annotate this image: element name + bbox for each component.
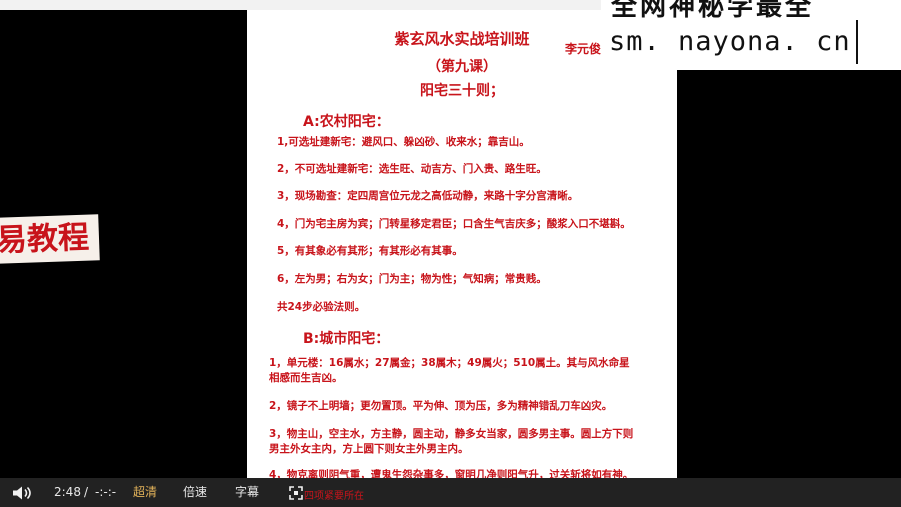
rule-item: 2，镜子不上明墙；更勿置顶。平为伸、顶为压，多为精神错乱刀车凶灾。	[269, 400, 613, 412]
rule-item: 1，单元楼：16属水；27属金；38属木；49属火；510属土。其与风水命星相感…	[269, 357, 630, 384]
watermark-top-text: 全网神秘学最全	[611, 0, 815, 22]
document-page: 紫玄风水实战培训班 李元俊 （第九课） 阳宅三十则； A:农村阳宅： 1,可选址…	[247, 10, 677, 478]
section-b-heading: B:城市阳宅：	[303, 331, 390, 347]
watermark: 全网神秘学最全 sm. nayona. cn	[601, 0, 901, 70]
text-cursor	[856, 20, 858, 64]
subtitle-button[interactable]: 字幕	[235, 478, 259, 507]
time-separator: /	[84, 485, 89, 499]
rule-item: 4，物克离则阴气重，遭鬼生怨杂事多，窗明几净则阳气升，过关斩将如有神。	[269, 469, 634, 478]
watermark-url: sm. nayona. cn	[609, 26, 851, 57]
section-a-heading: A:农村阳宅：	[303, 114, 390, 130]
rule-item: 3，现场勘查：定四周宫位元龙之高低动静，来路十字分宫清晰。	[277, 190, 579, 202]
sticker-text: 易教程	[0, 219, 90, 259]
rule-item: 2，不可选址建新宅：选生旺、动吉方、门入贵、路生旺。	[277, 163, 547, 175]
current-time: 2:48	[54, 485, 81, 499]
document-author: 李元俊	[565, 42, 602, 56]
rule-item: 1,可选址建新宅：避风口、躲凶砂、收来水；靠吉山。	[277, 136, 530, 148]
video-stage[interactable]: 紫玄风水实战培训班 李元俊 （第九课） 阳宅三十则； A:农村阳宅： 1,可选址…	[0, 0, 901, 478]
rule-note: 共24步必验法则。	[277, 301, 366, 313]
fullscreen-icon[interactable]	[289, 486, 303, 500]
player-controls: 2:48 / -:-:- 超清 倍速 字幕 四项紧要所在	[0, 478, 901, 507]
left-sticker: 易教程	[0, 214, 100, 264]
speed-button[interactable]: 倍速	[183, 478, 207, 507]
rule-item: 4，门为宅主房为宾；门转星移定君臣；口含生气吉庆多；酸浆入口不堪斟。	[277, 218, 631, 230]
quality-button[interactable]: 超清	[133, 478, 157, 507]
document-subtitle: 阳宅三十则；	[420, 83, 504, 99]
volume-icon[interactable]	[12, 486, 34, 500]
rule-item: 3，物主山，空主水，方主静，圆主动，静多女当家，圆多男主事。圆上方下则男主外女主…	[269, 428, 634, 455]
rule-item: 5，有其象必有其形；有其形必有其事。	[277, 245, 463, 257]
duration: -:-:-	[95, 485, 117, 499]
caption-overlay-text: 四项紧要所在	[304, 491, 364, 502]
rule-item: 6，左为男；右为女；门为主；物为性；气知病；常贵贱。	[277, 273, 547, 285]
